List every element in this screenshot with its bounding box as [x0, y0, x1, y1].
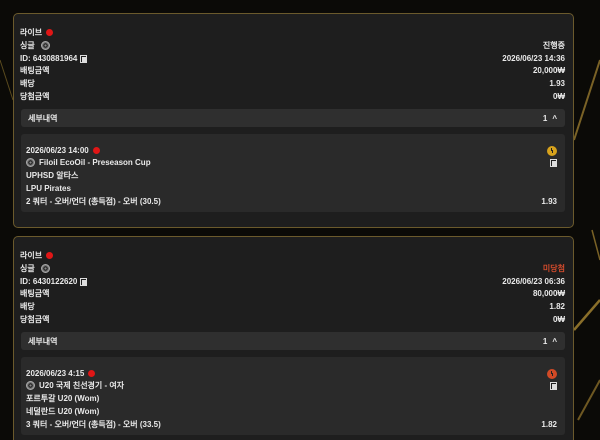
bet-type-label: 라이브 [20, 251, 43, 260]
stake-label: 배팅금액 [20, 289, 50, 298]
copy-icon[interactable] [550, 381, 557, 390]
copy-icon[interactable] [80, 277, 88, 286]
copy-icon[interactable] [550, 158, 557, 167]
bet-detail-panel: 2026/06/23 14:00 Filoil EcoOil - Preseas… [21, 134, 565, 212]
details-toggle[interactable]: 세부내역 1 ^ [21, 332, 565, 350]
bet-kind-label: 싱글 [20, 41, 35, 50]
odds-row: 배당 1.82 [20, 301, 565, 312]
odds-value: 1.82 [549, 302, 565, 311]
win-label: 당첨금액 [20, 92, 50, 101]
details-count: 1 [542, 336, 548, 346]
chevron-up-icon[interactable]: ^ [552, 337, 557, 346]
live-indicator-icon [88, 370, 96, 378]
win-value: 0₩ [553, 315, 565, 324]
bet-datetime: 2026/06/23 14:36 [502, 54, 565, 63]
stake-value: 80,000₩ [532, 289, 565, 298]
chevron-up-icon[interactable]: ^ [552, 114, 557, 123]
event-datetime: 2026/06/23 4:15 [26, 369, 85, 378]
stake-row: 배팅금액 80,000₩ [20, 288, 565, 299]
odds-label: 배당 [20, 79, 35, 88]
bet-detail-panel: 2026/06/23 4:15 U20 국제 친선경기 - 여자 포르투갈 U2… [21, 357, 565, 435]
event-datetime: 2026/06/23 14:00 [26, 146, 89, 155]
bet-header-row: 라이브 [20, 27, 565, 38]
bet-id-row: ID: 6430122620 2026/06/23 06:36 [20, 276, 565, 287]
odds-row: 배당 1.93 [20, 78, 565, 89]
event-league: Filoil EcoOil - Preseason Cup [39, 158, 151, 167]
bet-kind-label: 싱글 [20, 264, 35, 273]
copy-icon[interactable] [80, 54, 88, 63]
event-market: 3 쿼터 - 오버/언더 (총득점) - 오버 (33.5) [26, 420, 161, 429]
event-market: 2 쿼터 - 오버/언더 (총득점) - 오버 (30.5) [26, 197, 161, 206]
details-label: 세부내역 [28, 113, 58, 123]
event-odds: 1.82 [541, 420, 557, 429]
bet-kind-row: 싱글 진행중 [20, 40, 565, 51]
bet-id: ID: 6430881964 [20, 54, 78, 63]
stake-value: 20,000₩ [532, 66, 565, 75]
bet-type-label: 라이브 [20, 28, 43, 37]
bet-card: 라이브 싱글 진행중 ID: 6430881964 2026/06/23 14:… [13, 13, 574, 228]
event-team-1: 포르투갈 U20 (Wom) [26, 394, 100, 403]
event-team-2: 네덜란드 U20 (Wom) [26, 407, 100, 416]
odds-label: 배당 [20, 302, 35, 311]
win-row: 당첨금액 0₩ [20, 91, 565, 102]
details-count: 1 [542, 113, 548, 123]
bet-datetime: 2026/06/23 06:36 [502, 277, 565, 286]
details-toggle[interactable]: 세부내역 1 ^ [21, 109, 565, 127]
soccer-ball-icon [40, 41, 50, 51]
win-row: 당첨금액 0₩ [20, 314, 565, 325]
event-odds: 1.93 [541, 197, 557, 206]
soccer-ball-icon [26, 381, 35, 391]
live-indicator-icon [92, 147, 100, 155]
bet-status: 미당첨 [542, 264, 565, 273]
bet-header-row: 라이브 [20, 250, 565, 261]
odds-value: 1.93 [549, 79, 565, 88]
live-indicator-icon [46, 252, 54, 260]
soccer-ball-icon [26, 158, 35, 168]
live-indicator-icon [46, 29, 54, 37]
stake-row: 배팅금액 20,000₩ [20, 65, 565, 76]
event-team-2: LPU Pirates [26, 184, 71, 193]
bet-kind-row: 싱글 미당첨 [20, 263, 565, 274]
bet-status: 진행중 [542, 41, 565, 50]
win-value: 0₩ [553, 92, 565, 101]
bet-id-row: ID: 6430881964 2026/06/23 14:36 [20, 53, 565, 64]
win-label: 당첨금액 [20, 315, 50, 324]
details-label: 세부내역 [28, 336, 58, 346]
soccer-ball-icon [40, 264, 50, 274]
clock-icon [547, 145, 557, 156]
event-team-1: UPHSD 알타스 [26, 171, 79, 180]
clock-icon [547, 368, 557, 379]
bet-card: 라이브 싱글 미당첨 ID: 6430122620 2026/06/23 06:… [13, 236, 574, 440]
bet-id: ID: 6430122620 [20, 277, 78, 286]
event-league: U20 국제 친선경기 - 여자 [39, 381, 125, 390]
stake-label: 배팅금액 [20, 66, 50, 75]
